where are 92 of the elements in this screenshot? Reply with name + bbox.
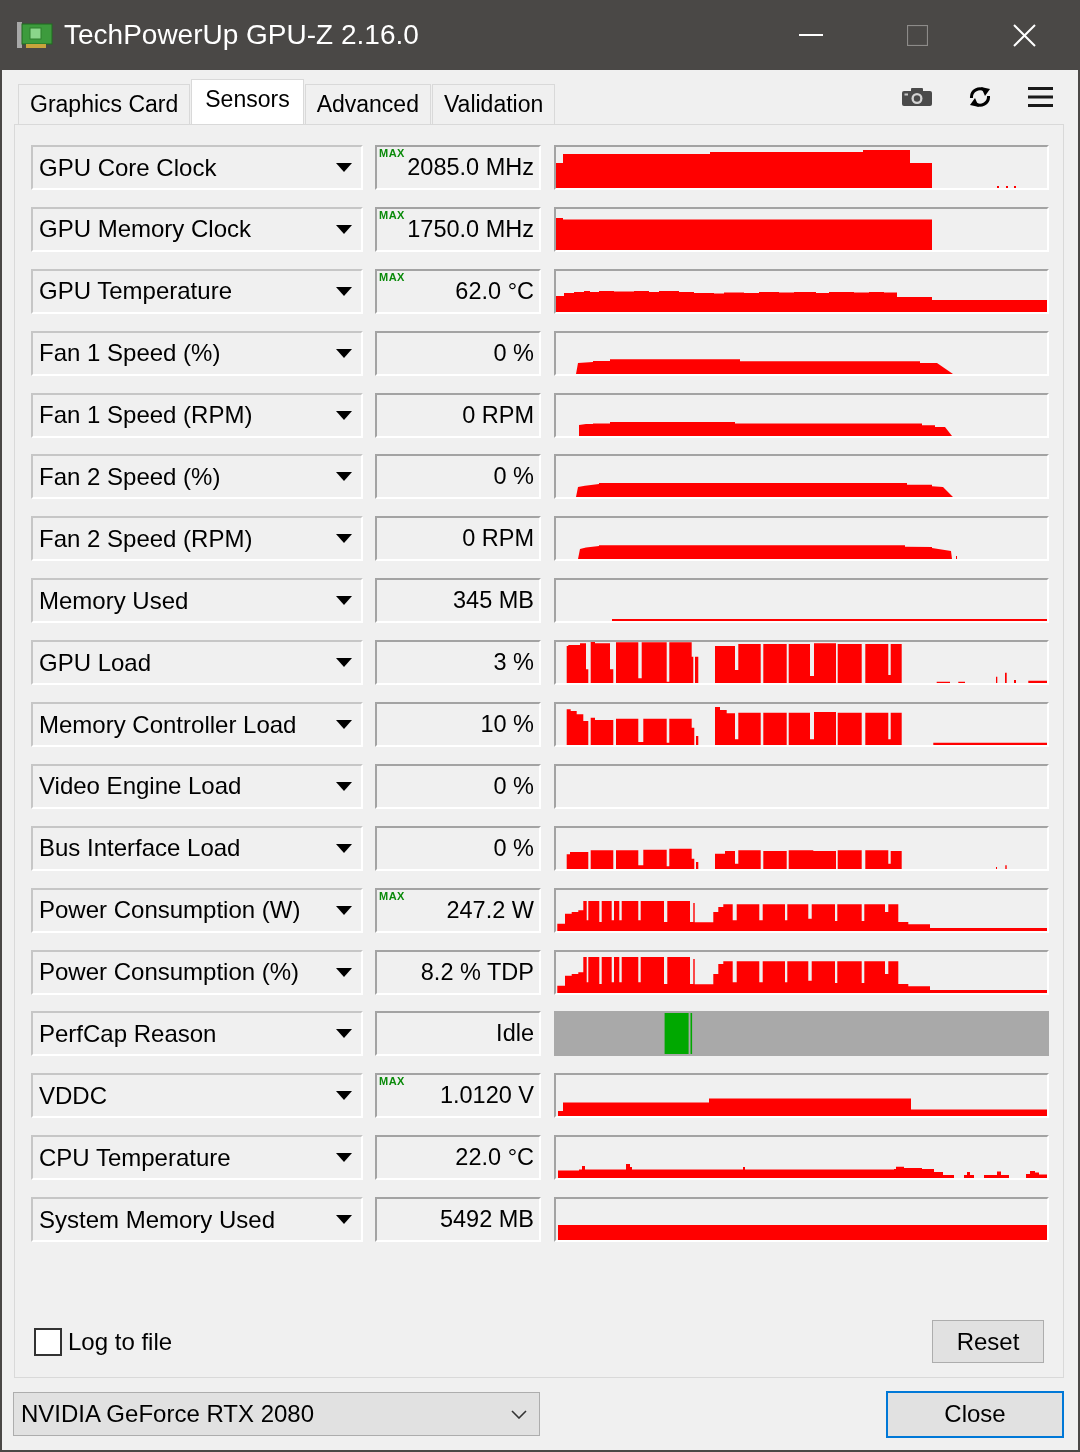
tab[interactable]: Sensors (191, 79, 304, 124)
reading-text: 345 MB (453, 587, 534, 615)
reading-text: 1750.0 MHz (407, 215, 534, 243)
caret-icon (336, 472, 352, 482)
tab[interactable]: Advanced (304, 84, 431, 124)
reading-field[interactable]: 0 % (375, 454, 541, 500)
reading-field[interactable]: 0 % (375, 825, 541, 871)
reading-field[interactable]: 5492 MB (375, 1197, 541, 1243)
caret-icon (336, 1215, 352, 1225)
reading-field[interactable]: MAX 1.0120 V (375, 1073, 541, 1119)
graphics-card-icon (17, 20, 53, 50)
reading-field[interactable]: MAX 247.2 W (375, 887, 541, 933)
reading-field[interactable]: 22.0 °C (375, 1135, 541, 1181)
caret-icon (336, 1153, 352, 1163)
camera-icon[interactable] (902, 88, 932, 106)
max-label: MAX (379, 890, 405, 902)
reading-field[interactable]: 8.2 % TDP (375, 949, 541, 995)
max-label: MAX (379, 1076, 405, 1088)
reading-field[interactable]: Idle (375, 1011, 541, 1057)
sensor-dropdown[interactable]: Bus Interface Load (31, 825, 363, 871)
sensor-dropdown[interactable]: GPU Core Clock (31, 145, 363, 190)
minimize-icon[interactable] (798, 34, 823, 36)
caret-icon (336, 224, 352, 234)
caret-icon (336, 1091, 352, 1101)
window-title: TechPowerUp GPU-Z 2.16.0 (64, 19, 419, 51)
sensor-dropdown[interactable]: Fan 2 Speed (RPM) (31, 516, 363, 562)
tab[interactable]: Validation (431, 84, 556, 124)
tab[interactable]: Graphics Card (18, 84, 191, 124)
max-label: MAX (379, 271, 405, 283)
reading-text: 2085.0 MHz (407, 154, 534, 181)
chevron-icon (511, 1409, 527, 1419)
reading-field[interactable]: 345 MB (375, 578, 541, 624)
reading-field[interactable]: 0 % (375, 763, 541, 809)
reading-field[interactable]: 0 % (375, 330, 541, 376)
max-label: MAX (379, 209, 405, 221)
reading-text: 5492 MB (439, 1206, 534, 1234)
sensor-dropdown[interactable]: VDDC (31, 1073, 363, 1119)
refresh-icon[interactable] (968, 86, 992, 108)
sensor-dropdown[interactable]: PerfCap Reason (31, 1011, 363, 1057)
max-label: MAX (379, 148, 405, 159)
sensor-dropdown[interactable]: Power Consumption (%) (31, 949, 363, 995)
reading-text: 8.2 % TDP (420, 958, 534, 986)
caret-icon (336, 658, 352, 668)
reading-field[interactable]: 3 % (375, 640, 541, 686)
sensor-dropdown[interactable]: System Memory Used (31, 1197, 363, 1243)
reading-text: 1.0120 V (439, 1082, 534, 1110)
reading-field[interactable]: 0 RPM (375, 392, 541, 438)
reading-text: 3 % (493, 649, 534, 677)
sensor-dropdown[interactable]: Fan 2 Speed (%) (31, 454, 363, 500)
close-button[interactable]: Close (886, 1390, 1064, 1438)
reading-field[interactable]: 0 RPM (375, 516, 541, 562)
sensor-dropdown[interactable]: Fan 1 Speed (%) (31, 330, 363, 376)
caret-icon (336, 348, 352, 358)
checkbox-label[interactable]: Log to file (68, 1327, 173, 1356)
sensor-dropdown[interactable]: GPU Temperature (31, 268, 363, 314)
reading-text: 0 % (493, 772, 534, 800)
reading-text: 0 RPM (462, 525, 534, 553)
reading-text: Idle (496, 1020, 534, 1048)
caret-icon (336, 596, 352, 606)
sensor-dropdown[interactable]: GPU Load (31, 640, 363, 686)
sensor-dropdown[interactable]: Memory Controller Load (31, 702, 363, 747)
reading-text: 62.0 °C (455, 277, 534, 305)
sensor-dropdown[interactable]: Fan 1 Speed (RPM) (31, 392, 363, 438)
reading-field[interactable]: 10 % (375, 702, 541, 747)
caret-icon (336, 286, 352, 296)
caret-icon (336, 905, 352, 915)
caret-icon (336, 410, 352, 420)
reading-field[interactable]: MAX 62.0 °C (375, 268, 541, 314)
caret-icon (336, 720, 352, 729)
sensor-dropdown[interactable]: Video Engine Load (31, 763, 363, 809)
sensor-dropdown[interactable]: CPU Temperature (31, 1135, 363, 1181)
reading-text: 0 % (493, 339, 534, 367)
reset-button[interactable]: Reset (932, 1320, 1044, 1363)
sensor-dropdown[interactable]: Memory Used (31, 578, 363, 624)
reading-text: 0 RPM (462, 401, 534, 429)
caret-icon (336, 1029, 352, 1039)
reading-text: 247.2 W (446, 896, 534, 924)
gpu-select[interactable]: NVIDIA GeForce RTX 2080 (13, 1392, 540, 1436)
reading-text: 0 % (493, 834, 534, 862)
sensor-dropdown[interactable]: GPU Memory Clock (31, 206, 363, 252)
caret-icon (336, 163, 352, 172)
caret-icon (336, 967, 352, 977)
close-icon[interactable] (1013, 23, 1036, 47)
reading-text: 22.0 °C (455, 1144, 534, 1172)
menu-icon[interactable] (1028, 87, 1053, 107)
caret-icon (336, 843, 352, 853)
sensor-dropdown[interactable]: Power Consumption (W) (31, 887, 363, 933)
log-checkbox[interactable] (34, 1327, 62, 1356)
reading-text: 0 % (493, 463, 534, 491)
reading-text: 10 % (480, 711, 534, 738)
caret-icon (336, 781, 352, 791)
caret-icon (336, 534, 352, 544)
